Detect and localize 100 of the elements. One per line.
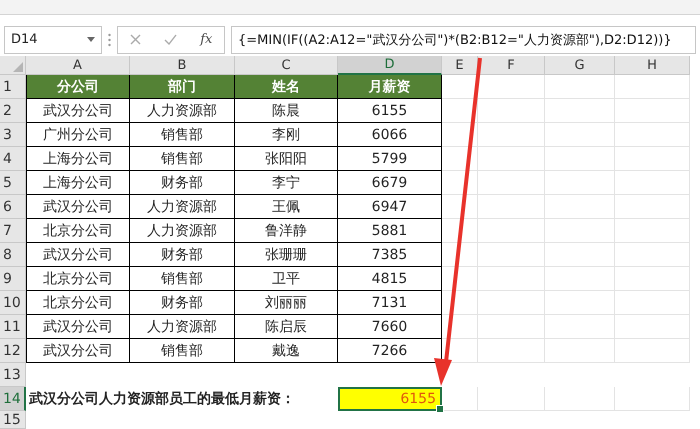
- select-all-icon: [13, 62, 23, 72]
- empty-cell[interactable]: [478, 219, 545, 243]
- row-header[interactable]: 14: [0, 387, 26, 411]
- empty-cell[interactable]: [545, 75, 615, 99]
- empty-cell[interactable]: [545, 195, 615, 219]
- result-cell[interactable]: 6155: [338, 387, 442, 411]
- table-cell: 人力资源部: [130, 195, 235, 219]
- column-header[interactable]: B: [130, 56, 235, 75]
- empty-cell[interactable]: [615, 291, 690, 315]
- row-header[interactable]: 7: [0, 219, 26, 243]
- empty-cell[interactable]: [545, 315, 615, 339]
- result-label: 武汉分公司人力资源部员工的最低月薪资：: [28, 390, 296, 409]
- column-header[interactable]: C: [235, 56, 338, 75]
- row-header[interactable]: 3: [0, 123, 26, 147]
- empty-cell[interactable]: [442, 195, 478, 219]
- column-header[interactable]: G: [545, 56, 615, 75]
- empty-cell[interactable]: [478, 195, 545, 219]
- empty-cell[interactable]: [442, 219, 478, 243]
- empty-cell[interactable]: [545, 243, 615, 267]
- table-cell: 武汉分公司: [26, 315, 130, 339]
- row-header[interactable]: 13: [0, 363, 26, 387]
- row-header[interactable]: 8: [0, 243, 26, 267]
- empty-cell[interactable]: [615, 339, 690, 363]
- table-cell: 7131: [338, 291, 442, 315]
- empty-cell[interactable]: [478, 75, 545, 99]
- empty-cell[interactable]: [478, 339, 545, 363]
- column-header[interactable]: A: [26, 56, 130, 75]
- empty-cell[interactable]: [442, 147, 478, 171]
- check-icon[interactable]: [164, 34, 177, 45]
- empty-cell[interactable]: [615, 243, 690, 267]
- row-header[interactable]: 4: [0, 147, 26, 171]
- empty-cell[interactable]: [615, 99, 690, 123]
- column-heading-cell: 月薪资: [338, 75, 442, 99]
- empty-cell[interactable]: [442, 267, 478, 291]
- column-header[interactable]: F: [478, 56, 545, 75]
- table-cell: 销售部: [130, 339, 235, 363]
- empty-cell[interactable]: [478, 387, 545, 411]
- column-header[interactable]: E: [442, 56, 478, 75]
- empty-cell[interactable]: [478, 147, 545, 171]
- table-cell: 戴逸: [235, 339, 338, 363]
- empty-cell[interactable]: [545, 291, 615, 315]
- empty-cell[interactable]: [615, 195, 690, 219]
- formula-field[interactable]: {=MIN(IF((A2:A12="武汉分公司")*(B2:B12="人力资源部"),D2:D12))}: [231, 26, 696, 54]
- empty-cell[interactable]: [545, 219, 615, 243]
- empty-cell[interactable]: [442, 123, 478, 147]
- row-header[interactable]: 5: [0, 171, 26, 195]
- row-header[interactable]: 15: [0, 411, 26, 429]
- empty-cell[interactable]: [545, 339, 615, 363]
- empty-cell[interactable]: [478, 267, 545, 291]
- empty-cell[interactable]: [545, 147, 615, 171]
- empty-cell[interactable]: [545, 99, 615, 123]
- table-cell: 6155: [338, 99, 442, 123]
- empty-cell[interactable]: [478, 315, 545, 339]
- row-header[interactable]: 2: [0, 99, 26, 123]
- row-header[interactable]: 6: [0, 195, 26, 219]
- empty-cell[interactable]: [478, 243, 545, 267]
- table-cell: 鲁洋静: [235, 219, 338, 243]
- table-cell: 王佩: [235, 195, 338, 219]
- empty-cell[interactable]: [478, 291, 545, 315]
- table-cell: 人力资源部: [130, 219, 235, 243]
- row-header[interactable]: 9: [0, 267, 26, 291]
- empty-cell[interactable]: [442, 99, 478, 123]
- select-all-button[interactable]: [0, 56, 26, 75]
- insert-function-button[interactable]: fx: [200, 32, 212, 47]
- row-header[interactable]: 10: [0, 291, 26, 315]
- fill-handle[interactable]: [436, 405, 444, 413]
- column-header[interactable]: D: [338, 56, 442, 75]
- empty-cell[interactable]: [615, 315, 690, 339]
- table-cell: 7385: [338, 243, 442, 267]
- row-header[interactable]: 12: [0, 339, 26, 363]
- empty-cell[interactable]: [478, 123, 545, 147]
- empty-cell[interactable]: [478, 171, 545, 195]
- empty-cell[interactable]: [545, 387, 615, 411]
- empty-cell[interactable]: [442, 243, 478, 267]
- empty-cell[interactable]: [615, 75, 690, 99]
- empty-cell[interactable]: [545, 123, 615, 147]
- empty-cell[interactable]: [615, 171, 690, 195]
- table-cell: 李刚: [235, 123, 338, 147]
- table-cell: 陈晨: [235, 99, 338, 123]
- empty-cell[interactable]: [615, 267, 690, 291]
- column-header[interactable]: H: [615, 56, 690, 75]
- empty-cell[interactable]: [442, 315, 478, 339]
- table-cell: 陈启辰: [235, 315, 338, 339]
- empty-cell[interactable]: [615, 147, 690, 171]
- name-box[interactable]: D14: [4, 26, 102, 54]
- empty-cell[interactable]: [442, 291, 478, 315]
- table-cell: 财务部: [130, 291, 235, 315]
- empty-cell[interactable]: [615, 387, 690, 411]
- cancel-icon[interactable]: [130, 34, 141, 45]
- empty-cell[interactable]: [442, 171, 478, 195]
- row-header[interactable]: 1: [0, 75, 26, 99]
- empty-cell[interactable]: [545, 171, 615, 195]
- table-cell: 6947: [338, 195, 442, 219]
- empty-cell[interactable]: [615, 123, 690, 147]
- empty-cell[interactable]: [615, 219, 690, 243]
- row-header[interactable]: 11: [0, 315, 26, 339]
- table-cell: 北京分公司: [26, 219, 130, 243]
- empty-cell[interactable]: [545, 267, 615, 291]
- empty-cell[interactable]: [478, 99, 545, 123]
- dropdown-caret-icon[interactable]: [87, 37, 95, 42]
